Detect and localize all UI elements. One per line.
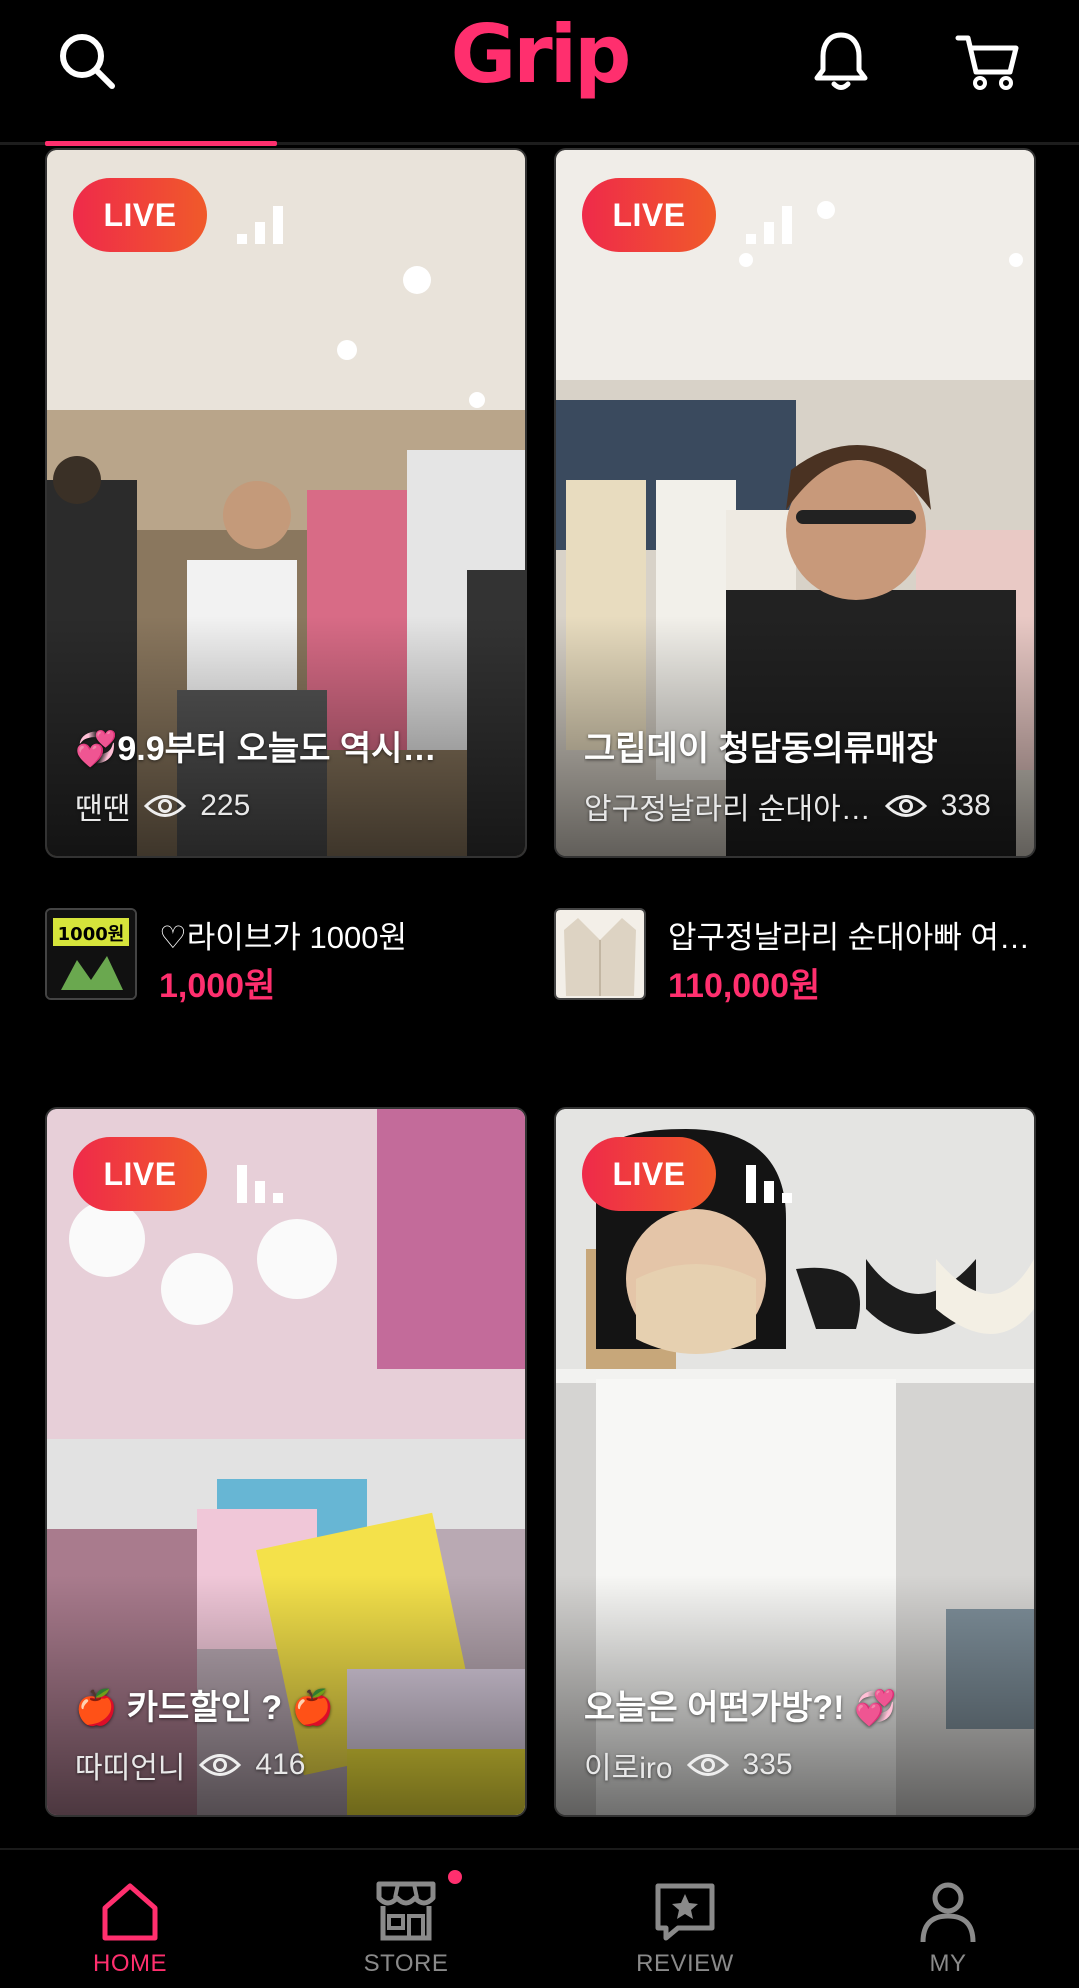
nav-item-store[interactable]: STORE <box>336 1870 476 1978</box>
streamer-name: 땐땐 <box>75 793 131 826</box>
nav-label: REVIEW <box>636 1950 734 1977</box>
streamer-name: 따띠언니 <box>75 1752 186 1785</box>
stream-meta: 압구정날라리 순대아… 338 <box>584 784 1014 828</box>
live-card[interactable]: LIVE 오늘은 어떤가방?! 💞 이로iro 335 <box>554 1107 1036 1817</box>
nav-label: STORE <box>363 1950 449 1977</box>
nav-item-my[interactable]: MY <box>878 1876 1018 1978</box>
notification-dot <box>448 1870 462 1884</box>
product-item[interactable]: 압구정날라리 순대아빠 여… 110,000원 <box>554 908 1032 1005</box>
eye-icon <box>199 1754 242 1776</box>
signal-icon <box>237 206 283 244</box>
store-icon <box>376 1881 436 1941</box>
view-count: 416 <box>255 1748 306 1781</box>
product-name: 압구정날라리 순대아빠 여… <box>668 920 1030 955</box>
bottom-nav: HOME STORE REVIEW MY <box>0 1848 1079 1988</box>
streamer-name: 이로iro <box>584 1752 673 1785</box>
stream-meta: 따띠언니 416 <box>75 1743 505 1787</box>
product-price: 1,000원 <box>159 967 276 1005</box>
stream-title: 💞9.9부터 오늘도 역시… <box>75 730 437 768</box>
signal-icon <box>746 1165 792 1203</box>
view-count: 225 <box>200 789 251 822</box>
nav-label: HOME <box>93 1950 167 1977</box>
app-header: Grip <box>0 0 1079 142</box>
product-thumb-text: 1000원 <box>58 924 125 945</box>
product-item[interactable]: 1000원 ♡라이브가 1000원 1,000원 <box>45 908 523 1005</box>
stream-meta: 땐땐 225 <box>75 784 505 828</box>
cart-icon[interactable] <box>952 26 1022 96</box>
home-icon <box>102 1883 158 1941</box>
stream-title: 🍎 카드할인 ? 🍎 <box>75 1689 334 1727</box>
nav-item-home[interactable]: HOME <box>60 1876 200 1978</box>
live-card[interactable]: LIVE 💞9.9부터 오늘도 역시… 땐땐 225 <box>45 148 527 858</box>
app-logo[interactable]: Grip <box>0 8 1079 101</box>
review-icon <box>655 1883 715 1941</box>
eye-icon <box>884 795 927 817</box>
live-badge: LIVE <box>73 178 207 252</box>
product-price: 110,000원 <box>668 967 821 1005</box>
stream-meta: 이로iro 335 <box>584 1743 1014 1787</box>
live-card[interactable]: LIVE 그립데이 청담동의류매장 압구정날라리 순대아… 338 <box>554 148 1036 858</box>
bell-icon[interactable] <box>806 26 876 96</box>
live-badge: LIVE <box>582 1137 716 1211</box>
eye-icon <box>686 1754 729 1776</box>
nav-label: MY <box>929 1950 967 1977</box>
live-badge: LIVE <box>582 178 716 252</box>
nav-item-review[interactable]: REVIEW <box>615 1876 755 1978</box>
product-thumbnail: 1000원 <box>45 908 137 1000</box>
view-count: 335 <box>742 1748 793 1781</box>
active-tab-indicator <box>45 141 277 146</box>
stream-title: 오늘은 어떤가방?! 💞 <box>584 1689 897 1727</box>
stream-title: 그립데이 청담동의류매장 <box>584 730 938 768</box>
product-thumbnail <box>554 908 646 1000</box>
signal-icon <box>746 206 792 244</box>
streamer-name: 압구정날라리 순대아… <box>584 793 871 826</box>
live-card[interactable]: LIVE 🍎 카드할인 ? 🍎 따띠언니 416 <box>45 1107 527 1817</box>
view-count: 338 <box>940 789 991 822</box>
product-name: ♡라이브가 1000원 <box>159 920 407 955</box>
eye-icon <box>144 795 187 817</box>
live-badge: LIVE <box>73 1137 207 1211</box>
person-icon <box>920 1882 976 1943</box>
signal-icon <box>237 1165 283 1203</box>
